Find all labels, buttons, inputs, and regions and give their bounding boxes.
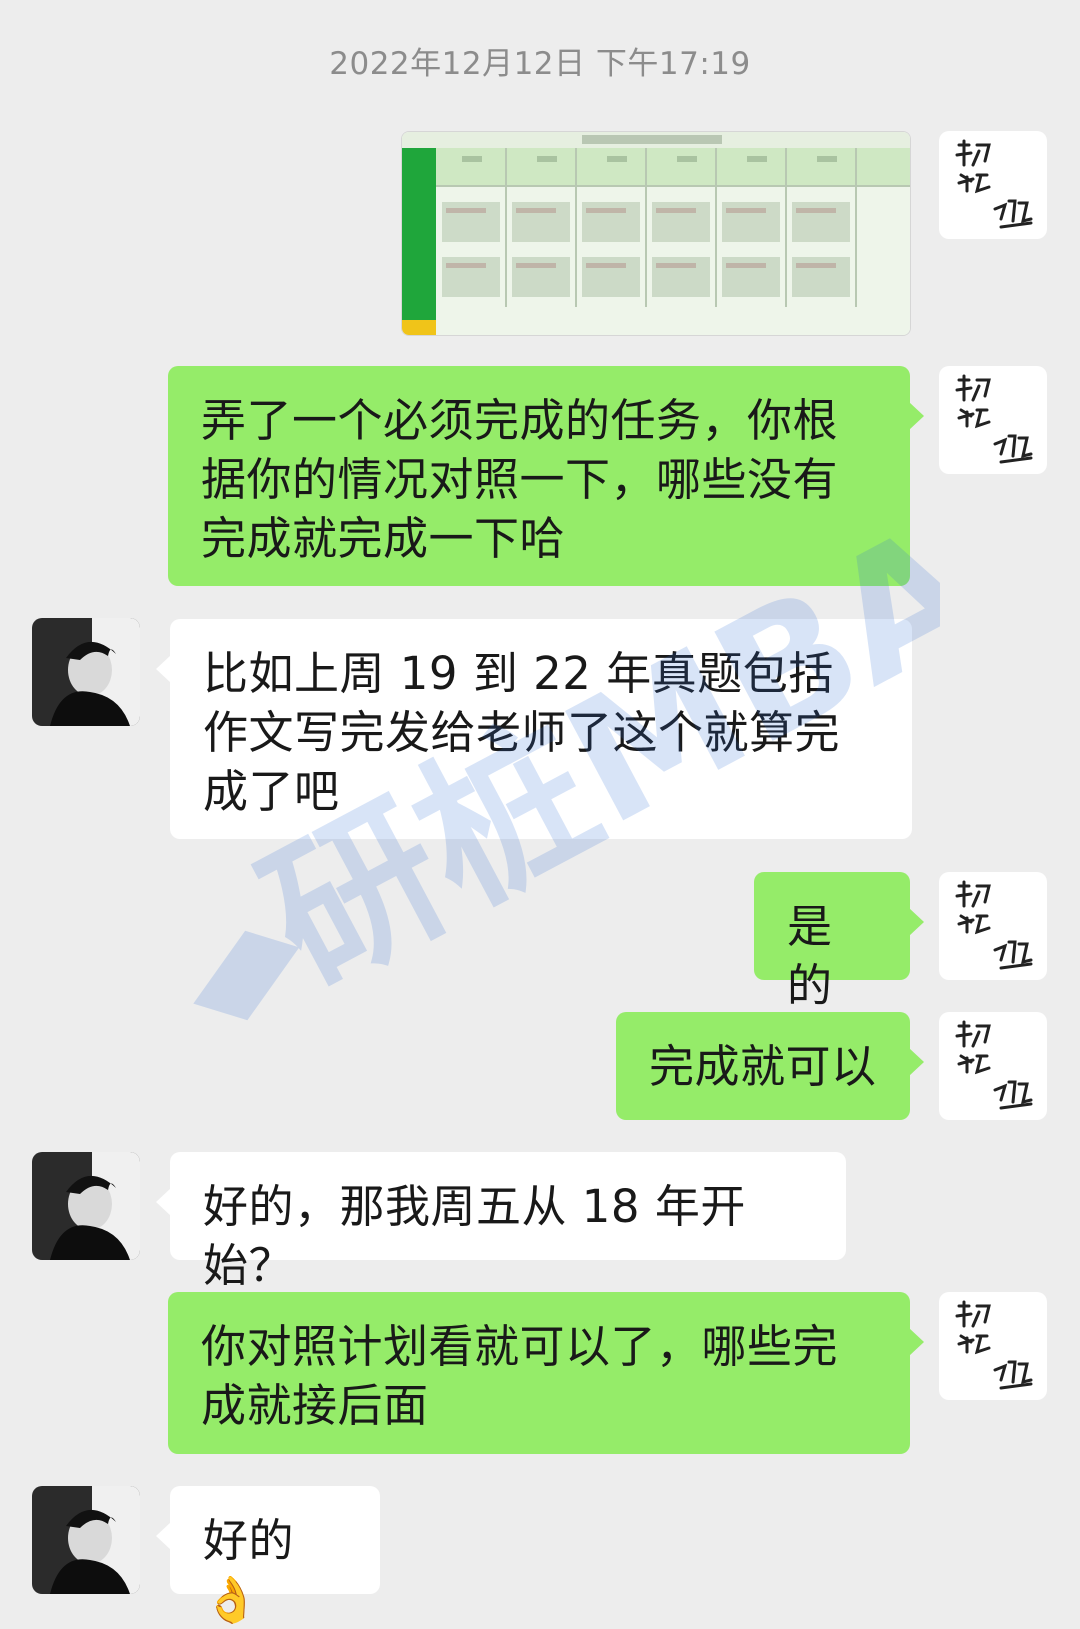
calligraphy-avatar-icon[interactable]: [939, 1292, 1047, 1400]
person-photo-avatar-icon[interactable]: [32, 618, 140, 726]
sent-message-bubble[interactable]: 是的: [754, 872, 924, 1012]
sent-message-bubble[interactable]: 完成就可以: [616, 1012, 924, 1120]
calligraphy-avatar-icon[interactable]: [939, 366, 1047, 474]
person-photo-avatar-icon[interactable]: [32, 1486, 140, 1594]
calligraphy-avatar-icon[interactable]: [939, 1012, 1047, 1120]
calligraphy-avatar-icon[interactable]: [939, 872, 1047, 980]
received-message-bubble[interactable]: 比如上周 19 到 22 年真题包括作文写完发给老师了这个就算完成了吧: [156, 619, 912, 839]
message-timestamp: 2022年12月12日 下午17:19: [329, 46, 751, 82]
received-message-bubble[interactable]: 好的，那我周五从 18 年开始？: [156, 1152, 846, 1292]
chat-view: 2022年12月12日 下午17:19 弄了一个必须完成的任务，你根据你的情况对…: [0, 0, 1080, 1626]
received-message-bubble[interactable]: 好的👌: [156, 1486, 380, 1626]
sent-message-bubble[interactable]: 弄了一个必须完成的任务，你根据你的情况对照一下，哪些没有完成就完成一下哈: [168, 366, 924, 586]
person-photo-avatar-icon[interactable]: [32, 1152, 140, 1260]
image-message[interactable]: [401, 131, 911, 336]
calligraphy-avatar-icon[interactable]: [939, 131, 1047, 239]
sent-message-bubble[interactable]: 你对照计划看就可以了，哪些完成就接后面: [168, 1292, 924, 1454]
